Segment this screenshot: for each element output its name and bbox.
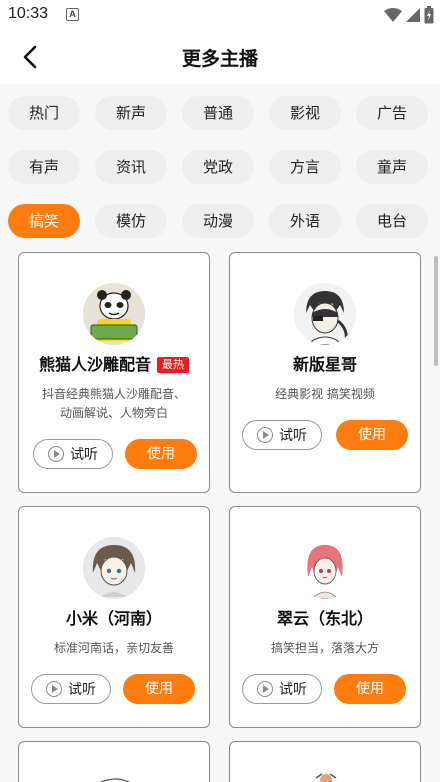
tag-ads[interactable]: 广告	[356, 96, 428, 130]
use-button[interactable]: 使用	[334, 674, 406, 704]
voice-name: 翠云（东北）	[276, 609, 373, 628]
page-title: 更多主播	[181, 48, 258, 70]
avatar	[83, 537, 145, 599]
listen-button[interactable]: 试听	[33, 439, 113, 469]
avatar	[315, 773, 337, 782]
notification-icon: A	[66, 8, 79, 21]
play-icon	[257, 681, 273, 697]
avatar	[294, 283, 356, 345]
tag-funny[interactable]: 搞笑	[8, 204, 80, 238]
tag-audiobook[interactable]: 有声	[8, 150, 80, 184]
voice-description: 搞笑担当，落落大方	[270, 641, 379, 655]
hot-badge: 最热	[157, 357, 189, 373]
voice-card[interactable]	[18, 741, 210, 782]
tag-news[interactable]: 资讯	[95, 150, 167, 184]
status-icons	[384, 5, 434, 25]
wifi-icon	[384, 8, 402, 22]
voice-name: 新版星哥	[292, 355, 357, 374]
use-button[interactable]: 使用	[125, 439, 197, 469]
battery-icon	[424, 6, 434, 24]
use-button[interactable]: 使用	[123, 674, 195, 704]
tag-dialect[interactable]: 方言	[269, 150, 341, 184]
signal-icon	[406, 8, 420, 22]
voice-name: 小米（河南）	[65, 609, 162, 628]
tag-new-voice[interactable]: 新声	[95, 96, 167, 130]
tag-film[interactable]: 影视	[269, 96, 341, 130]
avatar	[294, 537, 356, 599]
status-bar: 10:33 A	[0, 0, 440, 30]
voice-card[interactable]: 熊猫人沙雕配音 最热 抖音经典熊猫人沙雕配音、动画解说、人物旁白 试听 使用	[18, 252, 210, 493]
tag-hot[interactable]: 热门	[8, 96, 80, 130]
listen-label: 试听	[279, 682, 307, 698]
tag-foreign[interactable]: 外语	[269, 204, 341, 238]
avatar	[99, 778, 131, 782]
play-icon	[48, 446, 64, 462]
scrollbar[interactable]	[434, 256, 438, 366]
voice-description: 抖音经典熊猫人沙雕配音、动画解说、人物旁白	[41, 387, 186, 420]
voice-card[interactable]: 新版星哥 经典影视 搞笑视频 试听 使用	[229, 252, 421, 493]
card-title: 熊猫人沙雕配音 最热	[19, 351, 209, 375]
use-button[interactable]: 使用	[336, 420, 408, 450]
avatar	[83, 283, 145, 345]
listen-button[interactable]: 试听	[31, 674, 111, 704]
voice-name: 熊猫人沙雕配音	[38, 355, 151, 374]
voice-description: 标准河南话，亲切友善	[53, 641, 174, 655]
status-time: 10:33	[8, 5, 49, 22]
play-icon	[257, 427, 273, 443]
voice-card[interactable]: 小米（河南） 标准河南话，亲切友善 试听 使用	[18, 506, 210, 728]
tag-anime[interactable]: 动漫	[182, 204, 254, 238]
listen-button[interactable]: 试听	[242, 674, 322, 704]
listen-label: 试听	[279, 428, 307, 444]
listen-button[interactable]: 试听	[242, 420, 322, 450]
voice-card[interactable]	[229, 741, 421, 782]
voice-description: 经典影视 搞笑视频	[275, 387, 375, 401]
play-icon	[46, 681, 62, 697]
tag-party[interactable]: 党政	[182, 150, 254, 184]
tag-child[interactable]: 童声	[356, 150, 428, 184]
app-header: 更多主播	[0, 30, 440, 84]
tag-imitate[interactable]: 模仿	[95, 204, 167, 238]
tag-normal[interactable]: 普通	[182, 96, 254, 130]
listen-label: 试听	[68, 682, 96, 698]
listen-label: 试听	[70, 447, 98, 463]
voice-card[interactable]: 翠云（东北） 搞笑担当，落落大方 试听 使用	[229, 506, 421, 728]
tag-radio[interactable]: 电台	[356, 204, 428, 238]
